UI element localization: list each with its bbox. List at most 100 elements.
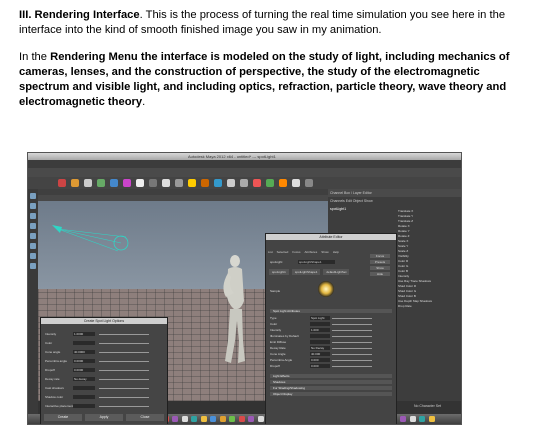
shelf-tool-icon[interactable] xyxy=(227,179,235,187)
ae-tab[interactable]: spotLight1 xyxy=(269,269,289,275)
dock-app-icon[interactable] xyxy=(428,416,435,422)
spot-option-row[interactable]: Shadow color xyxy=(45,395,163,399)
ae-section-spot[interactable]: Spot Light Attributes xyxy=(270,309,392,313)
ae-attribute-row[interactable]: Cone Angle 40.000 xyxy=(270,352,392,356)
ae-attribute-slider[interactable] xyxy=(332,323,372,325)
select-tool-icon[interactable] xyxy=(30,193,36,199)
dock-app-icon[interactable] xyxy=(400,416,406,422)
channel-box-tab[interactable]: Show xyxy=(364,199,373,203)
ae-attribute-value[interactable]: 0.000 xyxy=(310,358,330,362)
ae-menu-item[interactable]: Selected xyxy=(277,250,289,254)
ae-collapsed-section[interactable]: Fur Shading/Shadowing xyxy=(270,386,392,390)
layout-icon[interactable] xyxy=(30,243,36,249)
shelf-tool-icon[interactable] xyxy=(214,179,222,187)
ae-menu-item[interactable]: Attributes xyxy=(305,250,318,254)
dock-app-icon[interactable] xyxy=(409,416,416,422)
shelf-tool-icon[interactable] xyxy=(266,179,274,187)
shelf-tool-icon[interactable] xyxy=(136,179,144,187)
shelf-tool-icon[interactable] xyxy=(149,179,157,187)
channel-attribute[interactable]: Drop Rate xyxy=(398,304,458,309)
ae-attribute-slider[interactable] xyxy=(332,365,372,367)
ae-button[interactable]: Focus xyxy=(370,254,390,258)
ae-attribute-row[interactable]: Decay Rate No Decay xyxy=(270,346,392,350)
spot-option-value[interactable]: 0.0000 xyxy=(73,368,95,372)
channel-box-attributes[interactable]: Translate X Translate Y Translate Z Rotate … xyxy=(398,209,458,309)
ae-menu-item[interactable]: Help xyxy=(333,250,339,254)
ae-attribute-slider[interactable] xyxy=(332,329,372,331)
dock-app-icon[interactable] xyxy=(172,416,178,422)
toolbox[interactable] xyxy=(28,189,38,414)
spot-option-slider[interactable] xyxy=(99,351,149,353)
layout-icon[interactable] xyxy=(30,263,36,269)
ae-name-field[interactable]: spotLightShape1 xyxy=(298,260,335,264)
ae-menu-item[interactable]: Focus xyxy=(292,250,300,254)
ae-button[interactable]: Show xyxy=(370,266,390,270)
dock-app-icon[interactable] xyxy=(238,416,245,422)
spot-option-value[interactable] xyxy=(73,395,95,399)
spot-option-value[interactable] xyxy=(73,404,95,408)
shelf-tool-icon[interactable] xyxy=(253,179,261,187)
ae-attribute-slider[interactable] xyxy=(332,335,372,337)
spot-option-row[interactable]: Interactive placement xyxy=(45,404,163,408)
ae-attribute-row[interactable]: Intensity 1.000 xyxy=(270,328,392,332)
spot-option-row[interactable]: Decay rate No decay xyxy=(45,377,163,381)
dock-app-icon[interactable] xyxy=(191,416,197,422)
ae-attribute-slider[interactable] xyxy=(332,341,372,343)
ae-attribute-slider[interactable] xyxy=(332,317,372,319)
move-tool-icon[interactable] xyxy=(30,213,36,219)
lasso-tool-icon[interactable] xyxy=(30,203,36,209)
ae-collapsed-section[interactable]: Object Display xyxy=(270,392,392,396)
shelf-tool-icon[interactable] xyxy=(240,179,248,187)
shelf-tool-icon[interactable] xyxy=(201,179,209,187)
attribute-editor[interactable]: Attribute Editor List Selected Focus Attrib… xyxy=(265,233,397,424)
ae-button[interactable]: Presets xyxy=(370,260,390,264)
ae-attribute-value[interactable] xyxy=(310,334,330,338)
spot-option-row[interactable]: Dropoff 0.0000 xyxy=(45,368,163,372)
dock-app-icon[interactable] xyxy=(257,416,264,422)
channel-box-tab[interactable]: Channels xyxy=(330,199,346,203)
spot-option-button[interactable]: Close xyxy=(126,414,164,421)
shelf-tool-icon[interactable] xyxy=(188,179,196,187)
shelf-tabs[interactable]: GeneralCurvesSurfacesPolygonsSubdivsDefo… xyxy=(28,168,461,182)
shelf-tool-icon[interactable] xyxy=(110,179,118,187)
shelf-tool-icon[interactable] xyxy=(123,179,131,187)
ae-attribute-slider[interactable] xyxy=(332,353,372,355)
spot-option-slider[interactable] xyxy=(99,342,149,344)
dock-app-icon[interactable] xyxy=(248,416,254,422)
spot-option-value[interactable] xyxy=(73,386,95,390)
ae-attribute-row[interactable]: Penumbra Angle 0.000 xyxy=(270,358,392,362)
shelf-tool-icon[interactable] xyxy=(292,179,300,187)
create-spot-light-options[interactable]: Create Spot Light Options Intensity 1.000… xyxy=(40,317,168,424)
channel-box-tab[interactable]: Object xyxy=(353,199,364,203)
ae-tab[interactable]: defaultLightSet xyxy=(323,269,350,275)
layout-icon[interactable] xyxy=(30,253,36,259)
dock-app-icon[interactable] xyxy=(200,416,207,422)
ae-attribute-value[interactable]: 1.000 xyxy=(310,328,330,332)
scale-tool-icon[interactable] xyxy=(30,233,36,239)
spot-option-button[interactable]: Create xyxy=(44,414,82,421)
channel-box-tab[interactable]: Edit xyxy=(346,199,353,203)
spot-option-row[interactable]: Intensity 1.0000 xyxy=(45,332,163,336)
channel-box-tabs[interactable]: Channels Edit Object Show xyxy=(328,197,461,205)
ae-attribute-value[interactable]: 40.000 xyxy=(310,352,330,356)
ae-attribute-value[interactable]: Spot Light xyxy=(310,316,330,320)
ae-attribute-value[interactable]: No Decay xyxy=(310,346,330,350)
shelf-tool-icon[interactable] xyxy=(162,179,170,187)
shelf-tool-icon[interactable] xyxy=(97,179,105,187)
ae-tab[interactable]: spotLightShape1 xyxy=(291,269,321,275)
ae-attribute-value[interactable] xyxy=(310,340,330,344)
spot-option-slider[interactable] xyxy=(99,333,149,335)
spot-option-slider[interactable] xyxy=(99,378,149,380)
shelf-tool-icon[interactable] xyxy=(175,179,183,187)
ae-button[interactable]: Hide xyxy=(370,272,390,276)
character-figure[interactable] xyxy=(223,255,245,363)
dock-app-icon[interactable] xyxy=(181,416,188,422)
ae-attribute-value[interactable]: 0.000 xyxy=(310,364,330,368)
ae-attribute-row[interactable]: Emit Diffuse xyxy=(270,340,392,344)
spot-option-row[interactable]: Cast shadows xyxy=(45,386,163,390)
ae-collapsed-section[interactable]: Light Effects xyxy=(270,374,392,378)
shelf-tool-icon[interactable] xyxy=(279,179,287,187)
spot-option-slider[interactable] xyxy=(99,369,149,371)
spot-option-slider[interactable] xyxy=(99,396,149,398)
spot-options-buttons[interactable]: Create Apply Close xyxy=(41,414,167,422)
